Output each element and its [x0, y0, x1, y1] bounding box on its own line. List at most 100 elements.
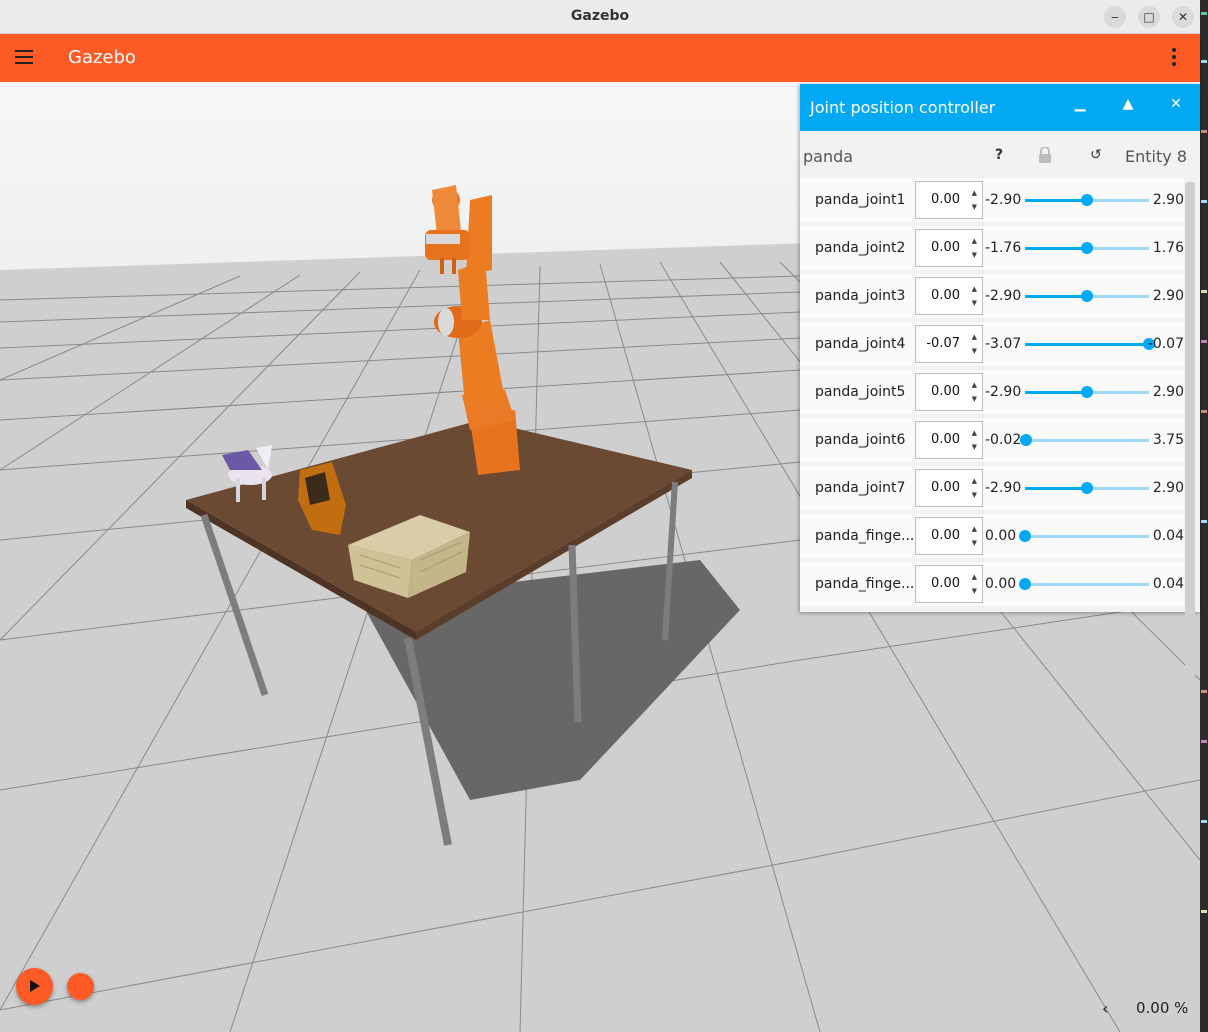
- decrement-icon[interactable]: ▼: [972, 491, 977, 499]
- panel-title: Joint position controller: [810, 98, 996, 117]
- window-minimize-button[interactable]: ‒: [1104, 6, 1126, 28]
- decrement-icon[interactable]: ▼: [972, 539, 977, 547]
- panel-header: Joint position controller ▁ ▲ ✕: [800, 84, 1200, 131]
- joint-min: 0.00: [985, 576, 1017, 592]
- joint-row: panda_joint7 0.00 ▲ ▼ -2.90 2.90: [800, 466, 1184, 510]
- joint-value: 0.00: [931, 192, 960, 207]
- joint-value-spinbox[interactable]: 0.00 ▲ ▼: [915, 277, 983, 315]
- increment-icon[interactable]: ▲: [972, 237, 977, 245]
- decrement-icon[interactable]: ▼: [972, 251, 977, 259]
- joint-name: panda_joint3: [815, 288, 906, 304]
- model-name: panda: [803, 147, 854, 166]
- joint-row: panda_finge... 0.00 ▲ ▼ 0.00 0.04: [800, 514, 1184, 558]
- joint-slider[interactable]: [1025, 338, 1155, 350]
- increment-icon[interactable]: ▲: [972, 189, 977, 197]
- app-title: Gazebo: [68, 47, 136, 68]
- slider-handle[interactable]: [1081, 386, 1093, 398]
- background-editor-edge: [1200, 0, 1208, 1032]
- joint-name: panda_finge...: [815, 576, 915, 592]
- decrement-icon[interactable]: ▼: [972, 203, 977, 211]
- slider-handle[interactable]: [1019, 434, 1032, 446]
- joint-value-spinbox[interactable]: -0.07 ▲ ▼: [915, 325, 983, 363]
- increment-icon[interactable]: ▲: [972, 285, 977, 293]
- decrement-icon[interactable]: ▼: [972, 443, 977, 451]
- joint-slider[interactable]: [1025, 386, 1149, 398]
- joint-value-spinbox[interactable]: 0.00 ▲ ▼: [915, 517, 983, 555]
- decrement-icon[interactable]: ▼: [972, 347, 977, 355]
- float-panel-icon[interactable]: ▲: [1118, 96, 1138, 112]
- joint-min: -3.07: [985, 336, 1022, 352]
- joint-position-controller-panel: Joint position controller ▁ ▲ ✕ panda ? …: [800, 84, 1200, 612]
- decrement-icon[interactable]: ▼: [972, 395, 977, 403]
- joint-value-spinbox[interactable]: 0.00 ▲ ▼: [915, 229, 983, 267]
- joint-row: panda_joint4 -0.07 ▲ ▼ -3.07 -0.07: [800, 322, 1184, 366]
- close-panel-icon[interactable]: ✕: [1166, 96, 1186, 112]
- help-icon[interactable]: ?: [995, 147, 1003, 163]
- increment-icon[interactable]: ▲: [972, 477, 977, 485]
- step-button[interactable]: [67, 973, 94, 1000]
- joint-min: 0.00: [985, 528, 1017, 544]
- joint-value-spinbox[interactable]: 0.00 ▲ ▼: [915, 565, 983, 603]
- chevron-left-icon[interactable]: ‹: [1102, 999, 1108, 1018]
- entity-label: Entity 8: [1125, 147, 1187, 166]
- joint-row: panda_joint5 0.00 ▲ ▼ -2.90 2.90: [800, 370, 1184, 414]
- joint-value-spinbox[interactable]: 0.00 ▲ ▼: [915, 421, 983, 459]
- joint-row: panda_joint3 0.00 ▲ ▼ -2.90 2.90: [800, 274, 1184, 318]
- slider-handle[interactable]: [1081, 194, 1093, 206]
- joint-slider[interactable]: [1019, 578, 1149, 590]
- slider-handle[interactable]: [1019, 578, 1031, 590]
- joint-value-spinbox[interactable]: 0.00 ▲ ▼: [915, 181, 983, 219]
- increment-icon[interactable]: ▲: [972, 525, 977, 533]
- play-icon: [30, 980, 40, 992]
- menu-icon[interactable]: [15, 50, 33, 64]
- joint-value-spinbox[interactable]: 0.00 ▲ ▼: [915, 373, 983, 411]
- joint-name: panda_joint5: [815, 384, 906, 400]
- slider-handle[interactable]: [1081, 242, 1093, 254]
- joint-min: -2.90: [985, 192, 1022, 208]
- joint-min: -2.90: [985, 480, 1022, 496]
- more-options-icon[interactable]: [1172, 48, 1178, 69]
- joint-max: 2.90: [1152, 288, 1184, 304]
- slider-handle[interactable]: [1019, 530, 1031, 542]
- increment-icon[interactable]: ▲: [972, 333, 977, 341]
- joint-row: panda_joint2 0.00 ▲ ▼ -1.76 1.76: [800, 226, 1184, 270]
- joint-slider[interactable]: [1025, 482, 1149, 494]
- joint-max: 2.90: [1152, 480, 1184, 496]
- model-info-row: panda ? ↺ Entity 8: [800, 131, 1200, 177]
- joint-name: panda_joint7: [815, 480, 906, 496]
- joint-value: 0.00: [931, 288, 960, 303]
- increment-icon[interactable]: ▲: [972, 429, 977, 437]
- decrement-icon[interactable]: ▼: [972, 587, 977, 595]
- joint-name: panda_joint4: [815, 336, 906, 352]
- decrement-icon[interactable]: ▼: [972, 299, 977, 307]
- reset-icon[interactable]: ↺: [1090, 147, 1102, 163]
- joint-name: panda_joint1: [815, 192, 906, 208]
- panel-scrollbar[interactable]: [1185, 182, 1195, 682]
- window-close-button[interactable]: ✕: [1172, 6, 1194, 28]
- play-button[interactable]: [16, 968, 53, 1005]
- joint-value-spinbox[interactable]: 0.00 ▲ ▼: [915, 469, 983, 507]
- joint-slider[interactable]: [1025, 194, 1149, 206]
- slider-handle[interactable]: [1081, 482, 1093, 494]
- joint-value: 0.00: [931, 480, 960, 495]
- joint-row: panda_joint1 0.00 ▲ ▼ -2.90 2.90: [800, 178, 1184, 222]
- joint-slider[interactable]: [1025, 290, 1149, 302]
- lock-icon[interactable]: [1038, 146, 1052, 167]
- joint-row: panda_joint6 0.00 ▲ ▼ -0.02 3.75: [800, 418, 1184, 462]
- slider-handle[interactable]: [1081, 290, 1093, 302]
- joint-list: panda_joint1 0.00 ▲ ▼ -2.90 2.90 panda_joi…: [800, 178, 1184, 610]
- joint-slider[interactable]: [1025, 242, 1149, 254]
- joint-value: 0.00: [931, 432, 960, 447]
- joint-value: 0.00: [931, 240, 960, 255]
- increment-icon[interactable]: ▲: [972, 381, 977, 389]
- minimize-panel-icon[interactable]: ▁: [1070, 96, 1090, 112]
- window-maximize-button[interactable]: □: [1138, 6, 1160, 28]
- joint-value: -0.07: [926, 336, 960, 351]
- increment-icon[interactable]: ▲: [972, 573, 977, 581]
- joint-slider[interactable]: [1019, 530, 1149, 542]
- joint-name: panda_finge...: [815, 528, 915, 544]
- joint-value: 0.00: [931, 528, 960, 543]
- window-titlebar: Gazebo ‒ □ ✕: [0, 0, 1200, 34]
- joint-slider[interactable]: [1019, 434, 1149, 446]
- joint-max: 1.76: [1152, 240, 1184, 256]
